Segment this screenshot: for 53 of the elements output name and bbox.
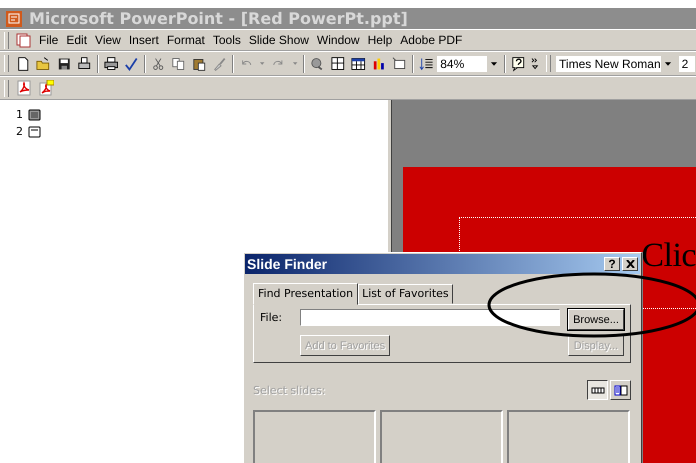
floppy-icon[interactable] (56, 56, 72, 72)
help-icon[interactable] (510, 56, 526, 72)
new-document-icon[interactable] (16, 56, 30, 72)
menu-item[interactable]: Adobe PDF (396, 33, 466, 47)
bar-chart-icon[interactable] (372, 56, 386, 72)
grid-icon[interactable] (351, 56, 366, 72)
menu-item[interactable]: Window (312, 33, 364, 47)
menu-item[interactable]: View (91, 33, 125, 47)
menu-item[interactable]: Insert (124, 33, 163, 47)
selected-slide-icon[interactable] (28, 108, 41, 120)
close-icon[interactable] (626, 260, 634, 268)
slide-strip-icon (590, 384, 604, 396)
list-view-button[interactable] (610, 380, 631, 400)
pdf-comment-icon[interactable] (38, 80, 54, 96)
file-field[interactable] (300, 309, 560, 326)
slide-icon[interactable] (28, 126, 41, 138)
font-size-dropdown[interactable]: 2 (678, 54, 696, 72)
app-icon (6, 10, 22, 26)
document-menu-icon[interactable] (16, 32, 32, 48)
menu-item[interactable]: Tools (208, 33, 245, 47)
close-button[interactable] (622, 257, 638, 271)
file-label: File: (260, 311, 284, 324)
table-icon[interactable] (330, 56, 346, 72)
tab[interactable]: Find Presentation (253, 283, 358, 305)
list-icon (614, 384, 628, 396)
caret-icon[interactable] (664, 60, 672, 68)
browse-button[interactable]: Browse... (568, 309, 624, 330)
dialog-title: Slide Finder (247, 256, 328, 272)
print-preview-icon[interactable] (77, 56, 92, 72)
tab[interactable]: List of Favorites (358, 284, 453, 304)
new-slide-icon[interactable] (392, 56, 407, 72)
menu-item[interactable]: Edit (62, 33, 92, 47)
caret-icon[interactable] (490, 60, 498, 68)
pdf-icon[interactable] (16, 80, 32, 96)
menu-item[interactable]: Help (364, 33, 396, 47)
line-spacing-icon[interactable] (418, 56, 434, 72)
scissors-icon[interactable] (150, 56, 166, 72)
slide-number: 1 (16, 108, 23, 121)
printer-icon[interactable] (104, 56, 118, 72)
menu-item[interactable]: Slide Show (244, 33, 313, 47)
zoom-dropdown[interactable]: 84% (436, 54, 502, 72)
slide-strip-view-button[interactable] (587, 380, 608, 400)
copy-icon[interactable] (171, 56, 186, 72)
spellcheck-icon[interactable] (124, 56, 139, 72)
window-title: Microsoft PowerPoint - [Red PowerPt.ppt] (29, 9, 408, 28)
help-button[interactable]: ? (604, 257, 620, 271)
slide-number: 2 (16, 125, 23, 138)
font-dropdown[interactable]: Times New Roman (555, 54, 676, 72)
folder-icon[interactable] (36, 56, 51, 72)
menu-item[interactable]: Format (162, 33, 209, 47)
toolbar-options-icon[interactable] (531, 56, 540, 72)
menu-item[interactable]: File (35, 33, 62, 47)
placeholder-text: Clic (641, 237, 696, 275)
